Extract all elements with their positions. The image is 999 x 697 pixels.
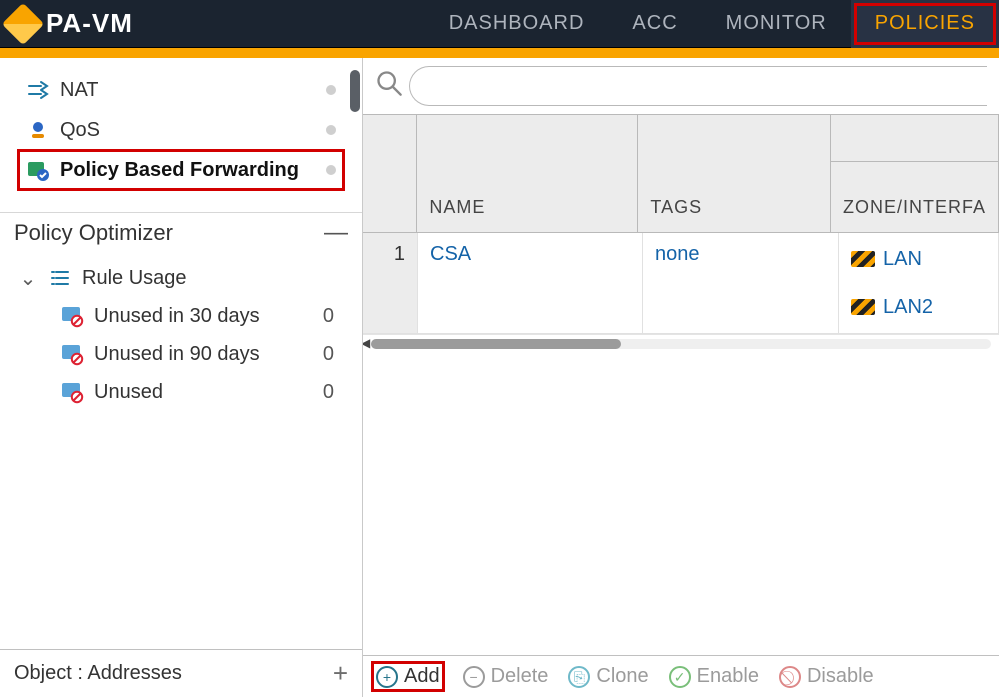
unused-label: Unused <box>94 381 163 404</box>
top-bar: PA-VM DASHBOARD ACC MONITOR POLICIES <box>0 0 999 48</box>
unused-count: 0 <box>323 381 344 404</box>
sidebar-item-qos[interactable]: QoS <box>18 110 344 150</box>
sidebar-item-label: NAT <box>60 79 99 102</box>
zone-icon <box>851 299 875 315</box>
top-nav: DASHBOARD ACC MONITOR POLICIES <box>425 0 999 48</box>
horizontal-scrollbar[interactable]: ◀ <box>363 334 999 352</box>
add-object-icon[interactable]: + <box>333 658 348 689</box>
rule-usage-unused-90[interactable]: Unused in 90 days 0 <box>18 335 344 373</box>
list-fade <box>0 192 362 212</box>
col-name[interactable]: NAME <box>417 115 638 232</box>
clone-button[interactable]: ⎘ Clone <box>568 665 648 688</box>
rule-block-icon <box>60 304 84 328</box>
sidebar-item-label: QoS <box>60 119 100 142</box>
rule-usage-section: ⌄ Rule Usage Unused in 30 days 0 Unused … <box>0 253 362 417</box>
col-zone[interactable]: ZONE/INTERFA <box>831 115 999 232</box>
clone-circle-icon: ⎘ <box>568 666 590 688</box>
zone-chip[interactable]: LAN <box>851 243 986 275</box>
qos-icon <box>26 118 50 142</box>
col-index[interactable] <box>363 115 417 232</box>
rule-usage-label: Rule Usage <box>82 267 187 290</box>
scroll-thumb[interactable] <box>371 339 621 349</box>
ban-circle-icon: ⃠ <box>779 666 801 688</box>
status-dot-icon <box>326 85 336 95</box>
nat-icon <box>26 78 50 102</box>
cell-index: 1 <box>363 233 418 333</box>
status-dot-icon <box>326 165 336 175</box>
policy-types-list: NAT QoS Policy Based Forwarding <box>0 58 362 196</box>
minus-circle-icon: − <box>463 666 485 688</box>
grid-body: 1 CSA none LAN LAN2 <box>363 233 999 334</box>
list-icon <box>48 266 72 290</box>
zone-icon <box>851 251 875 267</box>
enable-label: Enable <box>697 665 759 688</box>
unused-30-count: 0 <box>323 305 344 328</box>
search-bar <box>363 58 999 114</box>
body-area: NAT QoS Policy Based Forwarding Policy O… <box>0 58 999 697</box>
disable-button[interactable]: ⃠ Disable <box>779 665 874 688</box>
zone-label: LAN <box>883 248 922 271</box>
nav-acc[interactable]: ACC <box>608 0 701 48</box>
unused-90-count: 0 <box>323 343 344 366</box>
footer-label: Object : Addresses <box>14 662 182 685</box>
cell-zone[interactable]: LAN LAN2 <box>839 233 999 333</box>
rule-block-icon <box>60 342 84 366</box>
sidebar: NAT QoS Policy Based Forwarding Policy O… <box>0 58 363 697</box>
plus-circle-icon: + <box>376 666 398 688</box>
cell-tags[interactable]: none <box>643 233 839 333</box>
add-button[interactable]: + Add <box>373 663 443 690</box>
status-dot-icon <box>326 125 336 135</box>
nav-monitor[interactable]: MONITOR <box>702 0 851 48</box>
nav-policies[interactable]: POLICIES <box>851 0 999 48</box>
add-label: Add <box>404 665 440 688</box>
unused-30-label: Unused in 30 days <box>94 305 260 328</box>
rule-usage-unused-30[interactable]: Unused in 30 days 0 <box>18 297 344 335</box>
grid-header: NAME TAGS ZONE/INTERFA <box>363 115 999 233</box>
enable-button[interactable]: ✓ Enable <box>669 665 759 688</box>
sidebar-item-nat[interactable]: NAT <box>18 70 344 110</box>
policy-optimizer-header[interactable]: Policy Optimizer — <box>0 212 362 253</box>
delete-button[interactable]: − Delete <box>463 665 549 688</box>
sidebar-item-policy-based-forwarding[interactable]: Policy Based Forwarding <box>18 150 344 190</box>
table-row[interactable]: 1 CSA none LAN LAN2 <box>363 233 999 334</box>
unused-90-label: Unused in 90 days <box>94 343 260 366</box>
nav-dashboard[interactable]: DASHBOARD <box>425 0 609 48</box>
action-bar: + Add − Delete ⎘ Clone ✓ Enable ⃠ Disabl… <box>363 655 999 697</box>
scroll-left-icon[interactable]: ◀ <box>363 336 370 350</box>
search-icon[interactable] <box>375 69 403 104</box>
brand: PA-VM <box>0 8 151 39</box>
check-circle-icon: ✓ <box>669 666 691 688</box>
policy-optimizer-title: Policy Optimizer <box>14 220 173 246</box>
brand-logo-icon <box>8 9 38 39</box>
rule-usage-toggle[interactable]: ⌄ Rule Usage <box>18 259 344 297</box>
disable-label: Disable <box>807 665 874 688</box>
delete-label: Delete <box>491 665 549 688</box>
chevron-down-icon: ⌄ <box>18 266 38 291</box>
col-tags[interactable]: TAGS <box>638 115 831 232</box>
sidebar-item-label: Policy Based Forwarding <box>60 159 299 182</box>
accent-bar <box>0 48 999 58</box>
search-input[interactable] <box>409 66 987 106</box>
sidebar-footer: Object : Addresses + <box>0 649 362 697</box>
zone-chip[interactable]: LAN2 <box>851 291 986 323</box>
clone-label: Clone <box>596 665 648 688</box>
sidebar-scrollbar-thumb[interactable] <box>350 70 360 112</box>
brand-text: PA-VM <box>46 8 133 39</box>
pbf-icon <box>26 158 50 182</box>
main-panel: NAME TAGS ZONE/INTERFA 1 CSA none LAN <box>363 58 999 697</box>
zone-label: LAN2 <box>883 296 933 319</box>
collapse-icon[interactable]: — <box>324 219 348 247</box>
policy-grid: NAME TAGS ZONE/INTERFA 1 CSA none LAN <box>363 114 999 655</box>
rule-block-icon <box>60 380 84 404</box>
rule-usage-unused[interactable]: Unused 0 <box>18 373 344 411</box>
cell-name[interactable]: CSA <box>418 233 643 333</box>
